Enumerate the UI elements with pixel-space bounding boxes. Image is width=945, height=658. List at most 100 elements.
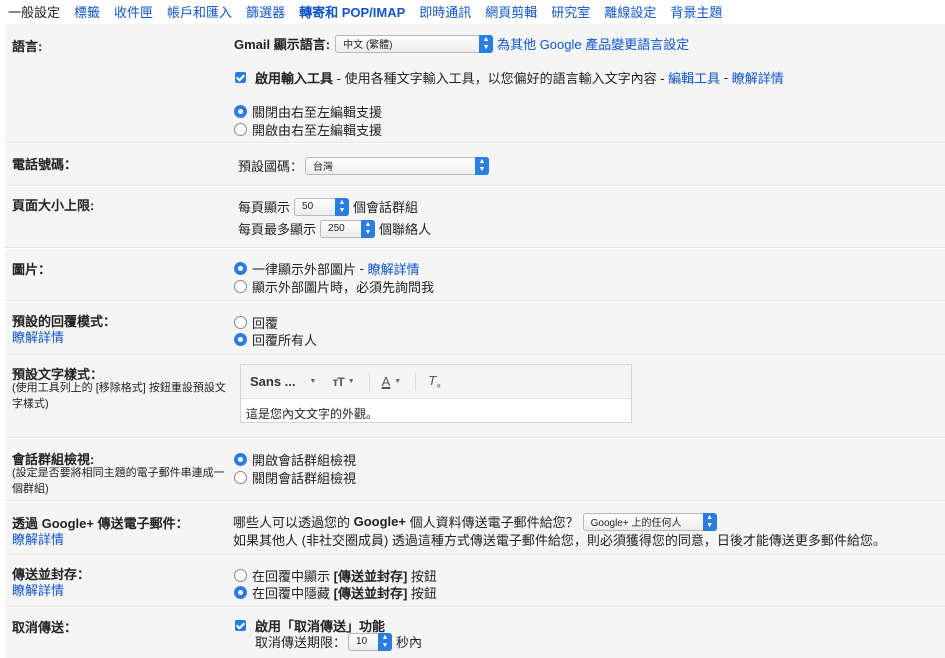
toolbar-divider <box>415 372 417 391</box>
input-tools-desc: - 使用各種文字輸入工具，以您偏好的語言輸入文字內容 - <box>333 71 669 86</box>
conversations-per-page-value: 50 <box>302 201 314 212</box>
edit-tools-link[interactable]: 編輯工具 <box>668 68 720 87</box>
images-label: 圖片： <box>12 262 52 277</box>
separator: - <box>356 261 368 276</box>
rtl-off-label: 關閉由右至左編輯支援 <box>252 105 383 120</box>
rtl-off-radio[interactable] <box>234 105 247 118</box>
reply-learn-more-link[interactable]: 瞭解詳情 <box>12 327 64 346</box>
conversation-on-label: 開啟會話群組檢視 <box>252 453 357 468</box>
conversation-section: 會話群組檢視: (設定是否要將相同主題的電子郵件串連成一個群組) 開啟會話群組檢… <box>5 439 945 501</box>
conversation-note: (設定是否要將相同主題的電子郵件串連成一個群組) <box>12 467 225 495</box>
tab-web-clips[interactable]: 網頁剪輯 <box>485 2 537 21</box>
tab-filters[interactable]: 篩選器 <box>246 2 285 21</box>
hide-send-archive-bold: [傳送並封存] <box>333 586 408 601</box>
chevron-updown-icon: ▲ ▼ <box>475 156 490 175</box>
reply-all-option-label: 回覆所有人 <box>252 333 318 348</box>
contacts-per-page-value: 250 <box>328 223 345 234</box>
rtl-on-radio[interactable] <box>234 123 247 136</box>
gplus-learn-more-link[interactable]: 瞭解詳情 <box>12 529 64 548</box>
input-tools-checkbox[interactable] <box>235 72 246 83</box>
contacts-per-page-select[interactable]: 250 ▲ ▼ <box>320 219 376 238</box>
conversations-suffix: 個會話群組 <box>353 200 419 215</box>
hide-send-archive-pre: 在回覆中隱藏 <box>252 586 334 601</box>
font-size-button[interactable]: ᴛT ▼ <box>332 375 354 389</box>
editor-toolbar: Sans ... ▼ ᴛT ▼ A ▼ T× <box>241 365 631 399</box>
undo-send-label: 取消傳送： <box>12 620 78 635</box>
contacts-per-page-label: 每頁最多顯示 <box>238 222 317 237</box>
gplus-desc: 如果其他人 (非社交圈成員) 透過這種方式傳送電子郵件給您，則必須獲得您的同意，… <box>233 533 886 548</box>
phone-label: 電話號碼： <box>12 157 78 172</box>
tab-accounts[interactable]: 帳戶和匯入 <box>167 2 232 21</box>
country-select[interactable]: 台灣 ▲ ▼ <box>305 156 490 175</box>
text-style-section: 預設文字樣式： (使用工具列上的 [移除格式] 按鈕重設預設文字樣式) Sans… <box>5 356 945 438</box>
send-archive-learn-more-link[interactable]: 瞭解詳情 <box>12 580 64 599</box>
tab-offline[interactable]: 離線設定 <box>604 2 656 21</box>
hide-send-archive-post: 按鈕 <box>407 586 437 601</box>
undo-period-suffix: 秒內 <box>396 635 423 650</box>
chevron-updown-icon: ▲ ▼ <box>361 219 376 238</box>
gplus-select-value: Google+ 上的任何人 <box>590 518 682 529</box>
phone-section: 電話號碼： 預設國碼： 台灣 ▲ ▼ <box>5 144 945 186</box>
language-learn-more-link[interactable]: 瞭解詳情 <box>732 68 784 87</box>
undo-send-section: 取消傳送： 啟用「取消傳送」功能 取消傳送期限： 10 ▲ ▼ 秒內 <box>5 608 945 658</box>
country-value: 台灣 <box>313 162 334 173</box>
gplus-select[interactable]: Google+ 上的任何人 ▲ ▼ <box>582 512 717 531</box>
tab-inbox[interactable]: 收件匣 <box>114 2 153 21</box>
page-size-section: 頁面大小上限: 每頁顯示 50 ▲ ▼ 個會話群組 每頁最多顯示 250 ▲ ▼ 個… <box>5 187 945 248</box>
input-tools-label: 啟用輸入工具 <box>255 71 334 86</box>
display-language-value: 中文 (繁體) <box>343 40 393 51</box>
separator: - <box>720 70 732 85</box>
tab-themes[interactable]: 背景主題 <box>670 2 722 21</box>
reply-section: 預設的回覆模式： 瞭解詳情 回覆 回覆所有人 <box>5 302 945 355</box>
always-show-images-radio[interactable] <box>234 262 247 275</box>
conversation-off-radio[interactable] <box>234 471 247 484</box>
tab-chat[interactable]: 即時通訊 <box>419 2 471 21</box>
chevron-updown-icon: ▲ ▼ <box>335 197 350 216</box>
text-style-editor: Sans ... ▼ ᴛT ▼ A ▼ T× 這是您內文文字的外觀。 <box>240 364 632 423</box>
images-section: 圖片： 一律顯示外部圖片 - 瞭解詳情 顯示外部圖片時，必須先詢問我 <box>5 249 945 301</box>
chevron-down-icon: ▼ <box>347 378 355 385</box>
display-language-select[interactable]: 中文 (繁體) ▲ ▼ <box>335 34 494 53</box>
tab-forwarding[interactable]: 轉寄和 POP/IMAP <box>299 2 405 21</box>
text-style-preview: 這是您內文文字的外觀。 <box>246 407 379 421</box>
page-size-label: 頁面大小上限: <box>12 198 95 213</box>
gplus-question-bold: Google+ <box>353 514 406 529</box>
font-size-icon: ᴛT <box>332 374 344 389</box>
conversation-off-label: 關閉會話群組檢視 <box>252 471 357 486</box>
reply-all-radio[interactable] <box>234 333 247 346</box>
show-send-archive-radio[interactable] <box>234 569 247 582</box>
chevron-updown-icon: ▲ ▼ <box>378 632 393 651</box>
undo-period-label: 取消傳送期限： <box>255 635 347 650</box>
contacts-suffix: 個聯絡人 <box>379 222 432 237</box>
tab-general[interactable]: 一般設定 <box>8 2 60 21</box>
tab-labels[interactable]: 標籤 <box>74 2 100 21</box>
text-color-button[interactable]: A ▼ <box>382 374 402 389</box>
settings-tabs: 一般設定 標籤 收件匣 帳戶和匯入 篩選器 轉寄和 POP/IMAP 即時通訊 … <box>0 0 945 22</box>
conversations-per-page-label: 每頁顯示 <box>238 200 291 215</box>
remove-formatting-icon: T× <box>428 372 441 391</box>
font-family-value: Sans ... <box>250 374 296 389</box>
always-show-images-label: 一律顯示外部圖片 <box>252 262 357 277</box>
change-language-link[interactable]: 為其他 Google 產品變更語言設定 <box>497 34 689 53</box>
ask-images-radio[interactable] <box>234 280 247 293</box>
gplus-section: 透過 Google+ 傳送電子郵件： 瞭解詳情 哪些人可以透過您的 Google… <box>5 502 945 555</box>
rtl-on-label: 開啟由右至左編輯支援 <box>252 123 383 138</box>
display-language-label: Gmail 顯示語言: <box>234 37 331 52</box>
hide-send-archive-radio[interactable] <box>234 586 247 599</box>
images-learn-more-link[interactable]: 瞭解詳情 <box>368 259 420 278</box>
gplus-question-post: 個人資料傳送電子郵件給您？ <box>406 515 579 530</box>
chevron-updown-icon: ▲ ▼ <box>702 512 717 531</box>
chevron-updown-icon: ▲ ▼ <box>479 34 494 53</box>
undo-period-select[interactable]: 10 ▲ ▼ <box>348 632 393 651</box>
default-country-label: 預設國碼： <box>238 159 304 174</box>
conversations-per-page-select[interactable]: 50 ▲ ▼ <box>294 197 350 216</box>
remove-formatting-button[interactable]: T× <box>428 373 441 391</box>
font-family-button[interactable]: Sans ... ▼ <box>250 374 316 389</box>
conversation-on-radio[interactable] <box>234 453 247 466</box>
undo-send-checkbox[interactable] <box>235 620 246 631</box>
undo-period-value: 10 <box>356 636 368 647</box>
reply-radio[interactable] <box>234 316 247 329</box>
language-label: 語言: <box>12 39 43 54</box>
chevron-down-icon: ▼ <box>394 378 402 385</box>
tab-labs[interactable]: 研究室 <box>551 2 590 21</box>
